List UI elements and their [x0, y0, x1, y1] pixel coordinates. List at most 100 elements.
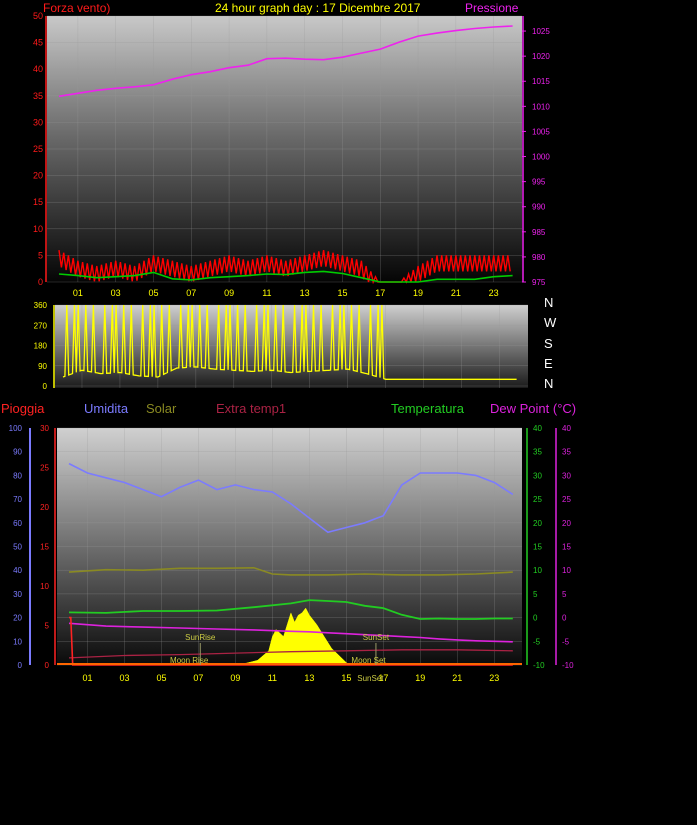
humidity-tick-label: 0: [18, 661, 23, 670]
chart-title: 24 hour graph day : 17 Dicembre 2017: [215, 1, 421, 15]
pressure-tick-label: 1005: [532, 127, 550, 136]
humidity-tick-label: 50: [13, 543, 22, 552]
direction-y-axis: 360 270 180 90 0: [34, 301, 55, 391]
hour-tick-label: 11: [262, 288, 271, 298]
hour-tick-label: 19: [415, 673, 425, 683]
sunrise-label: SunRise: [185, 633, 216, 642]
rain-tick-label: 30: [40, 424, 49, 433]
hour-tick-label: 01: [82, 673, 92, 683]
temp-tick-label: 40: [533, 424, 542, 433]
legend-umidita: Umidita: [84, 401, 129, 416]
wind-tick-label: 20: [33, 171, 43, 181]
sunset-axis-label: SunSet: [357, 674, 384, 683]
legend-dew-point: Dew Point (°C): [490, 401, 576, 416]
wind-tick-label: 10: [33, 224, 43, 234]
wind-tick-label: 5: [38, 250, 43, 260]
hour-tick-label: 11: [268, 673, 277, 683]
legend-pioggia: Pioggia: [1, 401, 45, 416]
rain-tick-label: 15: [40, 543, 49, 552]
weather-graph: Forza vento) 24 hour graph day : 17 Dice…: [1, 1, 576, 683]
moonset-label: Moon Set: [351, 656, 386, 665]
hour-tick-label: 01: [73, 288, 83, 298]
direction-tick-label: 0: [43, 382, 48, 391]
compass-label: S: [544, 336, 553, 351]
wind-y-axis: 50454035302520151050: [33, 11, 47, 287]
direction-tick-label: 90: [38, 362, 47, 371]
wind-tick-label: 35: [33, 91, 43, 101]
compass-label: N: [544, 295, 553, 310]
temp-tick-label: 10: [533, 566, 542, 575]
legend-temperatura: Temperatura: [391, 401, 465, 416]
legend-extra-temp: Extra temp1: [216, 401, 286, 416]
pressure-tick-label: 975: [532, 278, 546, 287]
rain-tick-label: 0: [45, 661, 50, 670]
humidity-tick-label: 30: [13, 590, 22, 599]
rain-tick-label: 20: [40, 503, 49, 512]
hour-tick-label: 19: [413, 288, 423, 298]
hour-tick-label: 23: [489, 288, 499, 298]
humidity-tick-label: 20: [13, 614, 22, 623]
rain-tick-label: 5: [45, 622, 50, 631]
dew-tick-label: -10: [562, 661, 574, 670]
dew-tick-label: 10: [562, 566, 571, 575]
wind-x-axis: 01 03 05 07 09 11 13 15 17 19 21 23: [73, 288, 499, 298]
hour-tick-label: 17: [375, 288, 385, 298]
hour-tick-label: 15: [337, 288, 347, 298]
dew-tick-label: 20: [562, 519, 571, 528]
rain-tick-label: 10: [40, 582, 49, 591]
wind-tick-label: 25: [33, 144, 43, 154]
pressure-tick-label: 1000: [532, 153, 550, 162]
humidity-tick-label: 90: [13, 448, 22, 457]
compass-label: W: [544, 315, 557, 330]
humidity-tick-label: 80: [13, 471, 22, 480]
pressure-tick-label: 990: [532, 203, 546, 212]
hour-tick-label: 03: [111, 288, 121, 298]
hour-tick-label: 09: [224, 288, 234, 298]
pressure-tick-label: 995: [532, 178, 546, 187]
rain-tick-label: 25: [40, 464, 49, 473]
direction-panel-background: [55, 305, 528, 388]
hour-tick-label: 09: [230, 673, 240, 683]
dew-tick-label: 15: [562, 543, 571, 552]
direction-tick-label: 360: [34, 301, 48, 310]
temp-tick-label: 0: [533, 614, 538, 623]
moonrise-label: Moon Rise: [170, 656, 209, 665]
hour-tick-label: 05: [156, 673, 166, 683]
hour-tick-label: 13: [300, 288, 310, 298]
pressure-tick-label: 985: [532, 228, 546, 237]
temp-tick-label: 5: [533, 590, 538, 599]
pressure-tick-label: 1015: [532, 77, 550, 86]
hour-tick-label: 07: [193, 673, 203, 683]
hour-tick-label: 15: [341, 673, 351, 683]
direction-tick-label: 270: [34, 321, 48, 330]
compass-label: E: [544, 356, 553, 371]
dew-tick-label: 5: [562, 590, 567, 599]
hour-tick-label: 07: [186, 288, 196, 298]
hour-tick-label: 05: [148, 288, 158, 298]
temp-tick-label: 35: [533, 448, 542, 457]
pressure-axis-title: Pressione: [465, 1, 519, 15]
dew-tick-label: 0: [562, 614, 567, 623]
hour-tick-label: 21: [452, 673, 462, 683]
compass-labels: NWSEN: [544, 295, 557, 391]
wind-tick-label: 0: [38, 277, 43, 287]
wind-tick-label: 15: [33, 197, 43, 207]
wind-tick-label: 45: [33, 38, 43, 48]
humidity-tick-label: 70: [13, 495, 22, 504]
temp-tick-label: 15: [533, 543, 542, 552]
pressure-tick-label: 1025: [532, 27, 550, 36]
wind-tick-label: 30: [33, 117, 43, 127]
pressure-tick-label: 1020: [532, 52, 550, 61]
hour-tick-label: 21: [451, 288, 461, 298]
temp-tick-label: 20: [533, 519, 542, 528]
hour-tick-label: 13: [304, 673, 314, 683]
temp-tick-label: 25: [533, 495, 542, 504]
humidity-tick-label: 40: [13, 566, 22, 575]
pressure-tick-label: 1010: [532, 102, 550, 111]
temp-tick-label: -5: [533, 637, 541, 646]
dew-tick-label: 35: [562, 448, 571, 457]
sunset-label: SunSet: [363, 633, 390, 642]
legend-solar: Solar: [146, 401, 177, 416]
wind-axis-title: Forza vento): [43, 1, 110, 15]
humidity-tick-label: 10: [13, 637, 22, 646]
